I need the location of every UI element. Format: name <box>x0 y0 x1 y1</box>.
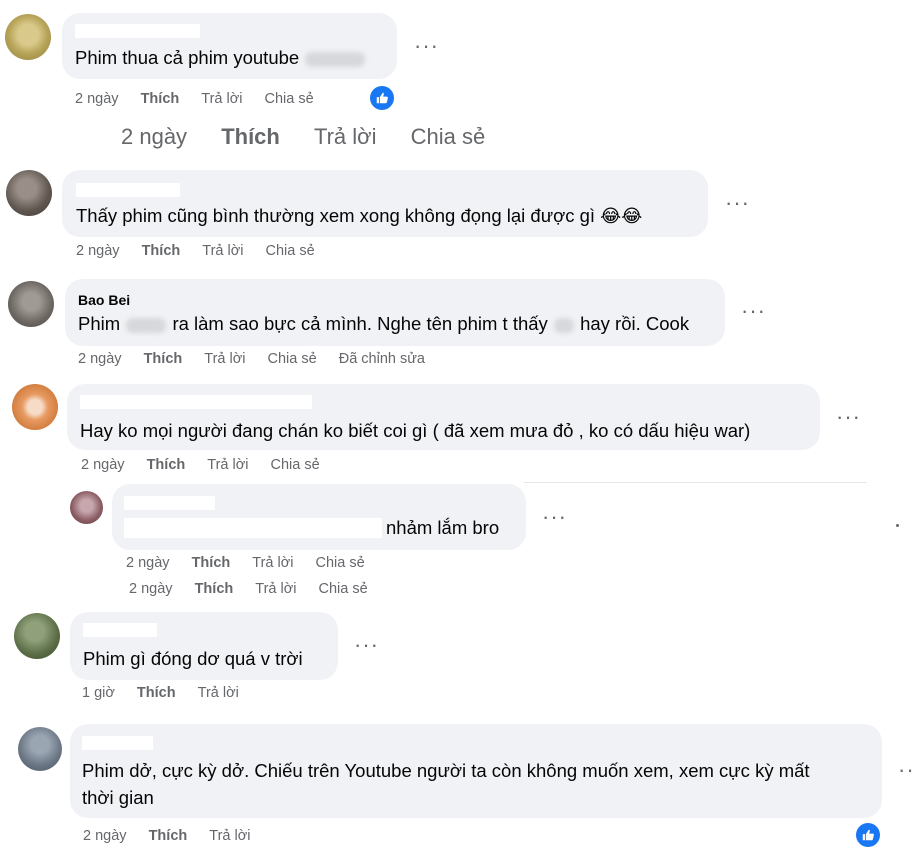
reply-thread-line <box>896 524 899 527</box>
reply-button[interactable]: Trả lời <box>201 91 242 107</box>
comment-text: Thấy phim cũng bình thường xem xong khôn… <box>76 205 643 226</box>
comment-text: Hay ko mọi người đang chán ko biết coi g… <box>80 420 751 441</box>
comment-actions-large: 2 ngày Thích Trả lời Chia sẻ <box>121 124 503 150</box>
share-button[interactable]: Chia sẻ <box>271 457 320 473</box>
author-name-redacted[interactable] <box>76 183 180 197</box>
author-name-redacted[interactable] <box>124 496 215 510</box>
author-name-redacted[interactable] <box>75 24 200 38</box>
like-reaction-icon[interactable] <box>370 86 394 110</box>
reply-thread-line <box>524 482 867 483</box>
like-button[interactable]: Thích <box>137 685 176 701</box>
reply-button[interactable]: Trả lời <box>255 581 296 597</box>
reply-button[interactable]: Trả lời <box>252 555 293 571</box>
comment-actions: 1 giờ Thích Trả lời <box>82 685 257 701</box>
share-button[interactable]: Chia sẻ <box>265 91 314 107</box>
like-button[interactable]: Thích <box>142 243 181 259</box>
blurred-text <box>553 317 574 333</box>
like-button[interactable]: Thích <box>149 828 188 844</box>
share-button[interactable]: Chia sẻ <box>266 243 315 259</box>
timestamp[interactable]: 2 ngày <box>75 91 119 107</box>
more-options-icon[interactable]: ··· <box>414 35 439 57</box>
like-button[interactable]: Thích <box>144 351 183 367</box>
like-button[interactable]: Thích <box>147 457 186 473</box>
laughing-emoji-icon: 😂😂 <box>600 206 643 226</box>
redacted-text <box>124 518 382 538</box>
comment-actions: 2 ngày Thích Trả lời Chia sẻ <box>76 243 333 259</box>
more-options-icon[interactable]: ··· <box>741 300 766 322</box>
comment-actions: 2 ngày Thích Trả lời Chia sẻ Đã chỉnh sử… <box>78 351 443 367</box>
comment-text: Phim ra làm sao bực cả mình. Nghe tên ph… <box>78 313 690 334</box>
timestamp[interactable]: 2 ngày <box>76 243 120 259</box>
comment-text: nhảm lắm bro <box>386 517 500 538</box>
like-button[interactable]: Thích <box>141 91 180 107</box>
like-button[interactable]: Thích <box>221 124 280 150</box>
comment-text: Phim thua cả phim youtube <box>75 44 366 71</box>
comment-actions: 2 ngày Thích Trả lời Chia sẻ <box>126 555 383 571</box>
comment-text: Phim dở, cực kỳ dở. Chiếu trên Youtube n… <box>82 760 810 808</box>
edited-label[interactable]: Đã chỉnh sửa <box>339 351 425 367</box>
reply-button[interactable]: Trả lời <box>198 685 239 701</box>
more-options-icon[interactable]: ··· <box>354 634 379 656</box>
like-button[interactable]: Thích <box>192 555 231 571</box>
blurred-text <box>305 51 366 67</box>
timestamp[interactable]: 2 ngày <box>129 581 173 597</box>
share-button[interactable]: Chia sẻ <box>319 581 368 597</box>
more-options-icon[interactable]: ··· <box>725 192 750 214</box>
share-button[interactable]: Chia sẻ <box>316 555 365 571</box>
timestamp[interactable]: 2 ngày <box>83 828 127 844</box>
reply-button[interactable]: Trả lời <box>204 351 245 367</box>
avatar[interactable] <box>6 170 52 216</box>
timestamp[interactable]: 2 ngày <box>81 457 125 473</box>
more-options-icon[interactable]: ··· <box>542 506 567 528</box>
reply-button[interactable]: Trả lời <box>209 828 250 844</box>
author-name[interactable]: Bao Bei <box>78 292 130 308</box>
timestamp[interactable]: 2 ngày <box>121 124 187 150</box>
avatar[interactable] <box>14 613 60 659</box>
reply-button[interactable]: Trả lời <box>314 124 377 150</box>
like-button[interactable]: Thích <box>195 581 234 597</box>
timestamp[interactable]: 2 ngày <box>78 351 122 367</box>
timestamp[interactable]: 1 giờ <box>82 685 115 701</box>
comment-text: Phim gì đóng dơ quá v trời <box>83 648 303 669</box>
like-reaction-icon[interactable] <box>856 823 880 847</box>
comment-actions-duplicate: 2 ngày Thích Trả lời Chia sẻ <box>129 581 386 597</box>
avatar[interactable] <box>8 281 54 327</box>
comment-actions: 2 ngày Thích Trả lời Chia sẻ <box>81 457 338 473</box>
avatar[interactable] <box>70 491 103 524</box>
author-name-redacted[interactable] <box>82 736 153 750</box>
share-button[interactable]: Chia sẻ <box>268 351 317 367</box>
comment-actions: 2 ngày Thích Trả lời <box>83 828 268 844</box>
comment-actions: 2 ngày Thích Trả lời Chia sẻ <box>75 91 332 107</box>
author-name-redacted[interactable] <box>83 623 157 637</box>
avatar[interactable] <box>18 727 62 771</box>
blurred-text <box>126 317 167 333</box>
more-options-icon[interactable]: ··· <box>898 759 913 781</box>
more-options-icon[interactable]: ··· <box>836 406 861 428</box>
avatar[interactable] <box>12 384 58 430</box>
author-name-redacted[interactable] <box>80 395 312 409</box>
share-button[interactable]: Chia sẻ <box>411 124 486 150</box>
avatar[interactable] <box>5 14 51 60</box>
reply-button[interactable]: Trả lời <box>207 457 248 473</box>
timestamp[interactable]: 2 ngày <box>126 555 170 571</box>
reply-button[interactable]: Trả lời <box>202 243 243 259</box>
